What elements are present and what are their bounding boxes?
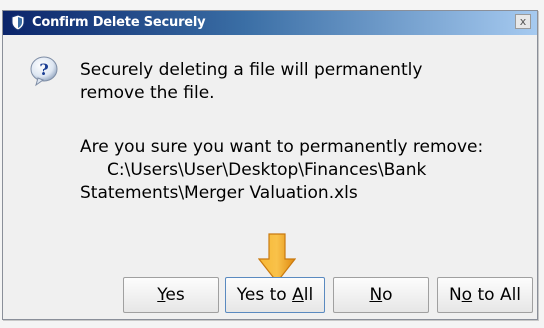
svg-text:?: ? [39, 60, 48, 79]
question-icon: ? [30, 56, 58, 87]
yes-button[interactable]: Yes [123, 277, 219, 313]
prompt-line-2: C:\Users\User\Desktop\Finances\Bank [80, 160, 427, 180]
prompt-line-1: Are you sure you want to permanently rem… [80, 137, 484, 157]
message-line-2: remove the file. [80, 83, 215, 103]
message-text: Securely deleting a file will permanentl… [80, 59, 422, 105]
confirm-delete-dialog: Confirm Delete Securely x ? Securely del… [2, 10, 538, 320]
no-to-all-pre: N [448, 285, 462, 305]
yes-to-all-rest: ll [303, 285, 314, 305]
prompt-line-3: Statements\Merger Valuation.xls [80, 183, 358, 203]
prompt-text: Are you sure you want to permanently rem… [80, 136, 483, 205]
title-bar[interactable]: Confirm Delete Securely x [3, 11, 537, 35]
shield-icon [11, 14, 25, 31]
no-accel: N [369, 285, 383, 305]
yes-to-all-pre: Yes to [236, 285, 293, 305]
no-to-all-accel: o [461, 285, 473, 305]
no-to-all-button[interactable]: No to All [437, 277, 533, 313]
yes-to-all-button[interactable]: Yes to All [225, 277, 325, 313]
down-arrow-icon [258, 233, 296, 283]
yes-rest: es [165, 285, 185, 305]
no-rest: o [382, 285, 393, 305]
message-line-1: Securely deleting a file will permanentl… [80, 60, 423, 80]
close-button[interactable]: x [515, 14, 531, 29]
no-to-all-rest: to All [472, 285, 522, 305]
no-button[interactable]: No [333, 277, 429, 313]
dialog-title: Confirm Delete Securely [32, 15, 206, 30]
yes-to-all-accel: A [292, 285, 304, 305]
